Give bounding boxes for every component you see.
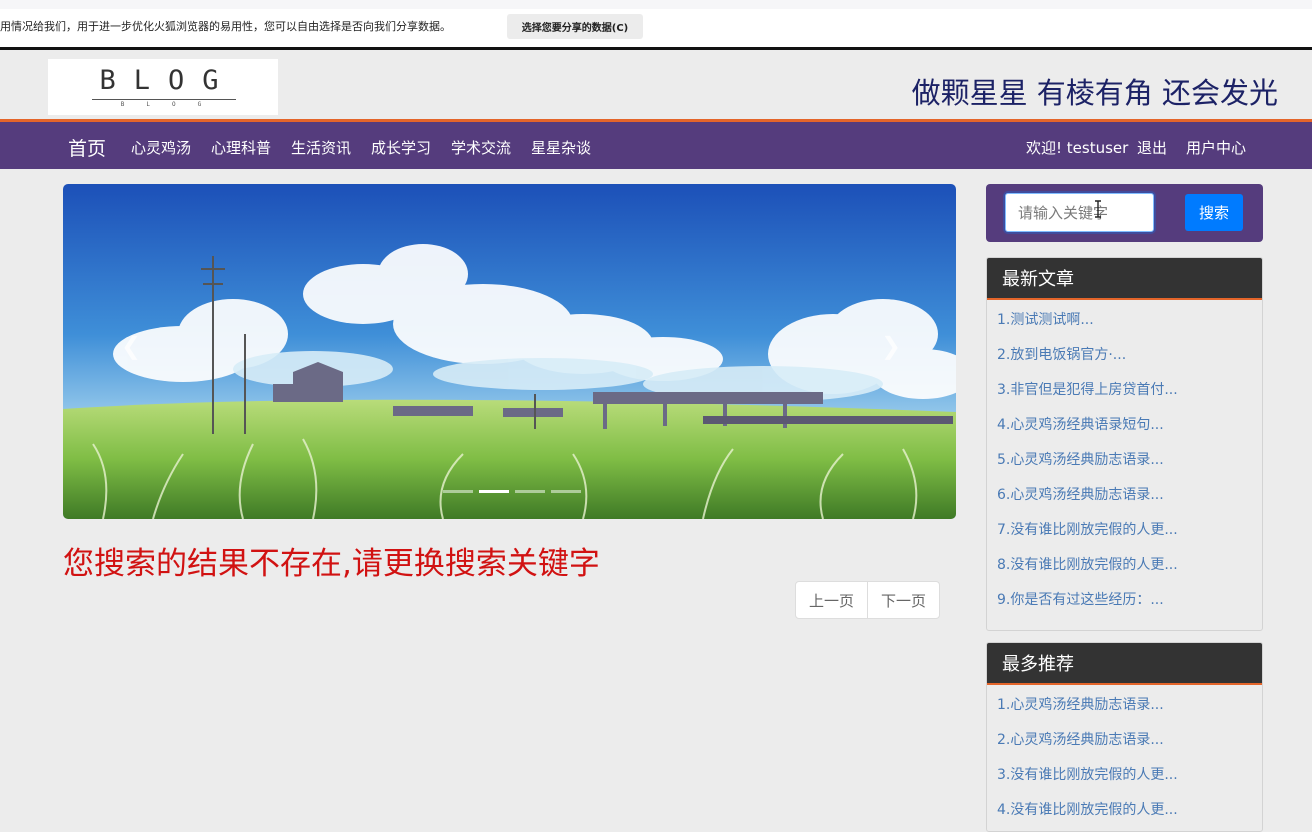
latest-article-link[interactable]: 7.没有谁比刚放完假的人更... <box>987 511 1262 546</box>
logo-text: BLOG <box>99 65 237 96</box>
nav-item-life-news[interactable]: 生活资讯 <box>291 137 351 158</box>
carousel-indicator[interactable] <box>515 490 545 493</box>
chevron-right-icon[interactable]: ❯ <box>881 334 901 358</box>
search-input[interactable] <box>1005 193 1154 232</box>
recommended-article-link[interactable]: 3.没有谁比刚放完假的人更... <box>987 756 1262 791</box>
recommended-article-link[interactable]: 1.心灵鸡汤经典励志语录... <box>987 686 1262 721</box>
recommended-panel: 最多推荐 1.心灵鸡汤经典励志语录... 2.心灵鸡汤经典励志语录... 3.没有谁… <box>986 642 1263 832</box>
search-result-message: 您搜索的结果不存在,请更换搜索关键字 <box>63 546 600 582</box>
welcome-text: 欢迎! testuser <box>1026 139 1129 157</box>
text-cursor-icon <box>1095 200 1101 218</box>
share-data-button[interactable]: 选择您要分享的数据(C) <box>507 14 643 39</box>
nav-item-star-talk[interactable]: 星星杂谈 <box>531 137 591 158</box>
search-panel: 搜索 <box>986 184 1263 242</box>
logo-divider <box>92 99 236 100</box>
recommended-title: 最多推荐 <box>987 643 1262 685</box>
latest-article-link[interactable]: 5.心灵鸡汤经典励志语录... <box>987 441 1262 476</box>
search-button[interactable]: 搜索 <box>1185 194 1243 231</box>
latest-article-link[interactable]: 3.非官但是犯得上房贷首付... <box>987 371 1262 406</box>
prev-page-button[interactable]: 上一页 <box>796 582 867 618</box>
carousel-indicator-active[interactable] <box>479 490 509 493</box>
image-carousel: ❮ ❯ <box>63 184 956 519</box>
recommended-article-link[interactable]: 2.心灵鸡汤经典励志语录... <box>987 721 1262 756</box>
logo-subtext: BLOG <box>120 101 224 108</box>
latest-article-link[interactable]: 9.你是否有过这些经历：... <box>987 581 1262 616</box>
main-nav: 首页 心灵鸡汤 心理科普 生活资讯 成长学习 学术交流 星星杂谈 欢迎! tes… <box>0 122 1312 169</box>
carousel-slide-image <box>63 184 956 519</box>
chevron-left-icon[interactable]: ❮ <box>121 334 141 358</box>
nav-item-academic[interactable]: 学术交流 <box>451 137 511 158</box>
recommended-article-link[interactable]: 4.没有谁比刚放完假的人更... <box>987 791 1262 826</box>
latest-article-link[interactable]: 2.放到电饭锅官方·... <box>987 336 1262 371</box>
user-center-link[interactable]: 用户中心 <box>1186 137 1246 158</box>
latest-article-link[interactable]: 4.心灵鸡汤经典语录短句... <box>987 406 1262 441</box>
carousel-indicator[interactable] <box>551 490 581 493</box>
notification-strip <box>0 0 1312 9</box>
logout-link[interactable]: 退出 <box>1137 137 1167 158</box>
pagination: 上一页 下一页 <box>795 581 940 619</box>
latest-article-link[interactable]: 8.没有谁比刚放完假的人更... <box>987 546 1262 581</box>
nav-item-soul-soup[interactable]: 心灵鸡汤 <box>131 137 191 158</box>
notification-text: 用情况给我们，用于进一步优化火狐浏览器的易用性，您可以自由选择是否向我们分享数据… <box>0 20 451 33</box>
site-header: BLOG BLOG 做颗星星 有棱有角 还会发光 <box>0 50 1312 119</box>
recommended-list: 1.心灵鸡汤经典励志语录... 2.心灵鸡汤经典励志语录... 3.没有谁比刚放完假… <box>987 686 1262 826</box>
nav-item-psychology[interactable]: 心理科普 <box>211 137 271 158</box>
next-page-button[interactable]: 下一页 <box>867 582 939 618</box>
site-logo[interactable]: BLOG BLOG <box>48 59 278 115</box>
carousel-indicator[interactable] <box>443 490 473 493</box>
nav-item-growth[interactable]: 成长学习 <box>371 137 431 158</box>
nav-home-link[interactable]: 首页 <box>68 134 106 161</box>
latest-articles-panel: 最新文章 1.测试测试啊... 2.放到电饭锅官方·... 3.非官但是犯得上房贷首… <box>986 257 1263 631</box>
site-slogan: 做颗星星 有棱有角 还会发光 <box>911 76 1278 110</box>
latest-articles-list: 1.测试测试啊... 2.放到电饭锅官方·... 3.非官但是犯得上房贷首付... 4… <box>987 301 1262 616</box>
latest-article-link[interactable]: 1.测试测试啊... <box>987 301 1262 336</box>
latest-article-link[interactable]: 6.心灵鸡汤经典励志语录... <box>987 476 1262 511</box>
latest-articles-title: 最新文章 <box>987 258 1262 300</box>
notification-bar: 用情况给我们，用于进一步优化火狐浏览器的易用性，您可以自由选择是否向我们分享数据… <box>0 0 1312 48</box>
